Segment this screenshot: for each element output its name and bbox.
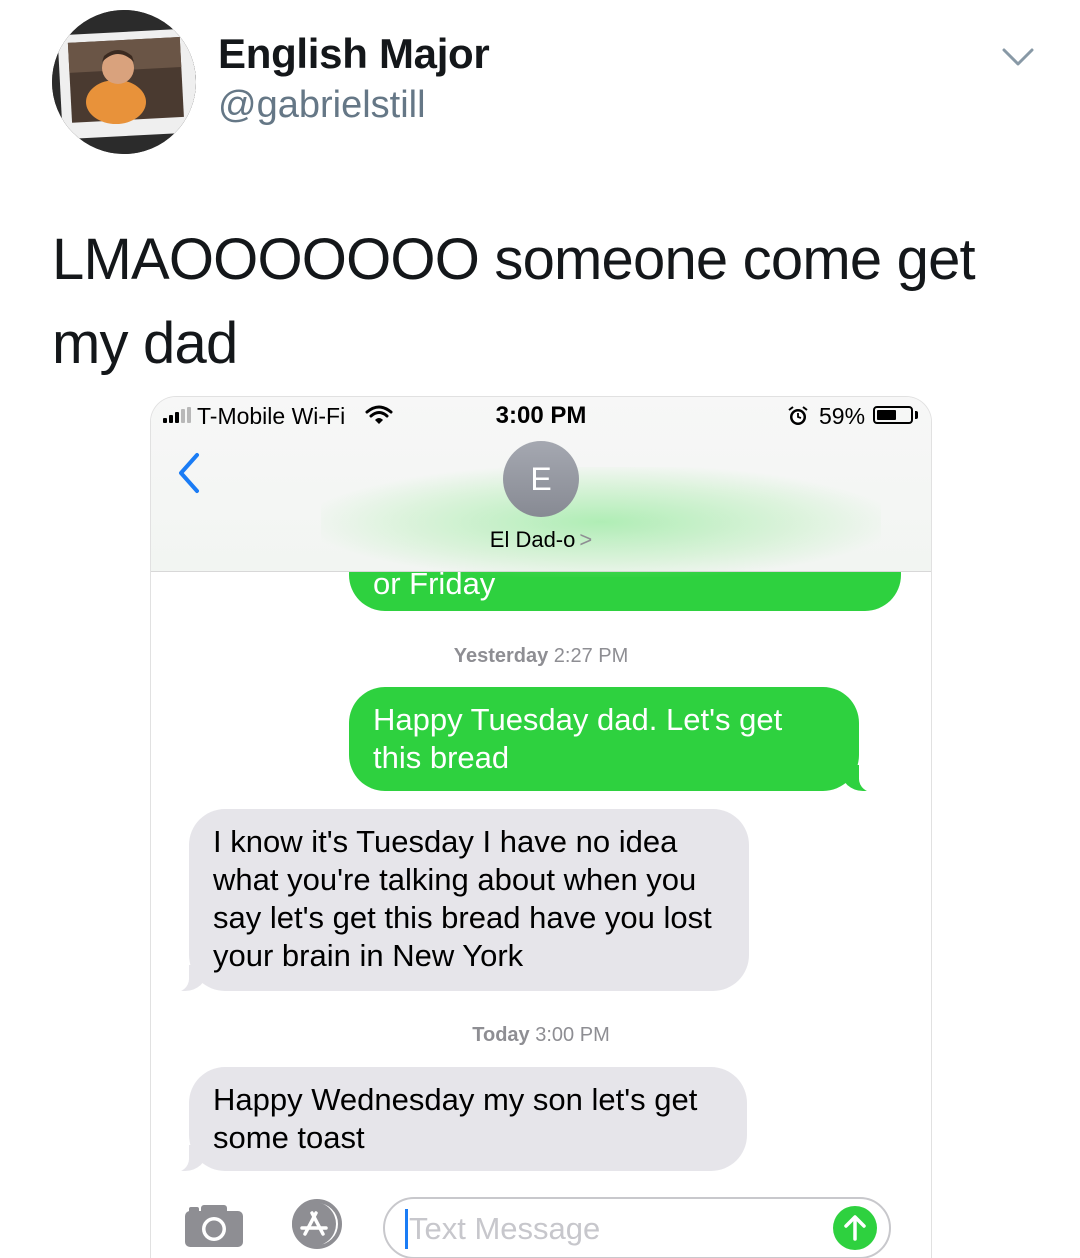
text-caret: [405, 1209, 408, 1249]
caret-down-icon[interactable]: [998, 42, 1038, 72]
timestamp-today: Today 3:00 PM: [151, 1024, 931, 1047]
contact-name: El Dad-o: [489, 527, 576, 552]
message-text: I know it's Tuesday I have no idea what …: [213, 824, 712, 973]
message-text: Happy Tuesday dad. Let's get this bread: [373, 702, 783, 775]
battery-percent: 59%: [819, 403, 866, 429]
display-name[interactable]: English Major: [218, 30, 490, 78]
contact-name-button[interactable]: El Dad-o >: [151, 527, 931, 553]
messages-nav-bar: T-Mobile Wi-Fi 3:00 PM 59% E El Dad-o >: [151, 397, 931, 577]
message-bubble-received: I know it's Tuesday I have no idea what …: [167, 809, 749, 993]
input-placeholder: Text Message: [409, 1211, 601, 1246]
status-bar: T-Mobile Wi-Fi 3:00 PM 59%: [151, 397, 931, 437]
app-store-icon[interactable]: [283, 1199, 349, 1254]
camera-icon[interactable]: [183, 1201, 245, 1254]
timestamp-day: Today: [472, 1024, 530, 1046]
timestamp-time: 3:00 PM: [535, 1024, 610, 1046]
alarm-icon: [787, 405, 809, 433]
message-bubble-sent: Happy Tuesday dad. Let's get this bread: [349, 687, 881, 793]
timestamp-time: 2:27 PM: [553, 645, 629, 667]
text-message-input[interactable]: Text Message: [383, 1197, 891, 1258]
tweet: English Major @gabrielstill LMAOOOOOOO s…: [0, 0, 1080, 1258]
send-button[interactable]: [833, 1206, 877, 1250]
avatar-photo: [52, 10, 196, 154]
contact-avatar[interactable]: E: [503, 441, 579, 517]
chevron-right-icon: >: [579, 527, 593, 552]
timestamp-day: Yesterday: [453, 645, 549, 667]
message-composer: Text Message: [151, 1185, 931, 1258]
message-text: Happy Wednesday my son let's get some to…: [213, 1082, 698, 1155]
embedded-screenshot: or Friday Happy Tuesday dad. Let's get t…: [150, 396, 932, 1258]
send-arrow-icon: [844, 1215, 866, 1241]
battery-fill: [877, 410, 896, 420]
nav-blur-glow: [321, 467, 881, 577]
status-time: 3:00 PM: [495, 402, 587, 429]
timestamp-yesterday: Yesterday 2:27 PM: [151, 645, 931, 668]
user-handle[interactable]: @gabrielstill: [218, 84, 426, 127]
battery-icon: [873, 406, 913, 424]
back-chevron-icon[interactable]: [173, 449, 203, 497]
tweet-text: LMAOOOOOOO someone come get my dad: [52, 227, 976, 376]
battery-nub: [915, 411, 918, 419]
avatar[interactable]: [52, 10, 196, 154]
message-bubble-received: Happy Wednesday my son let's get some to…: [167, 1067, 747, 1173]
